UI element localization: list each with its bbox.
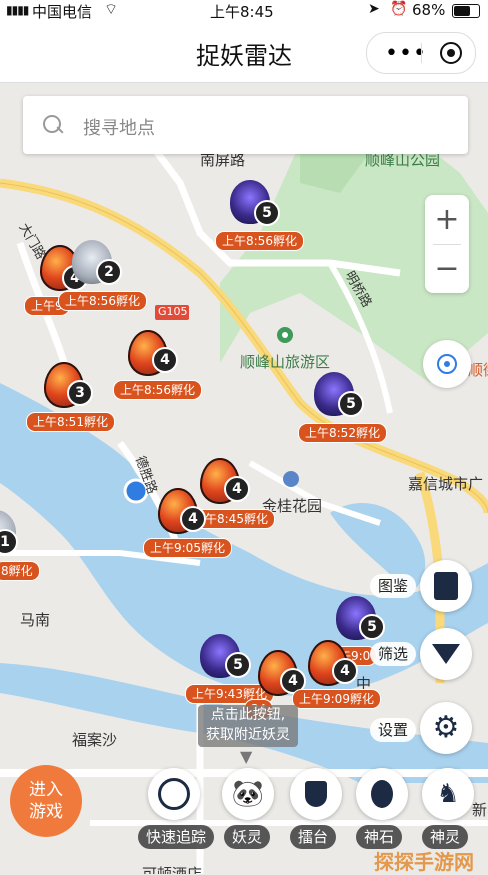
label-fuansha: 福案沙 — [72, 731, 118, 749]
gear-icon: ⚙ — [432, 710, 460, 745]
enter-game-line-1: 进入 — [29, 780, 63, 800]
marker-count: 5 — [225, 652, 251, 678]
crosshair-dot — [444, 361, 450, 367]
label-hotel: 可顿酒店 — [142, 865, 203, 874]
leitai-label[interactable]: 擂台 — [290, 825, 337, 849]
hint-line-1: 点击此按钮, — [210, 707, 286, 723]
marker-count: 2 — [96, 259, 122, 285]
label-g105: G105 — [158, 305, 188, 318]
hatch-time-tag: 上午8:51孵化 — [26, 412, 115, 432]
marker-count: 4 — [224, 476, 250, 502]
hatch-time-tag: 上午8:56孵化 — [58, 291, 147, 311]
hatch-time-tag: 上午8:56孵化 — [113, 380, 202, 400]
radar-icon — [158, 778, 190, 810]
hint-line-2: 获取附近妖灵 — [206, 727, 290, 743]
nav-bar: 捉妖雷达 ••• — [0, 22, 488, 83]
zoom-control: + − — [425, 195, 469, 293]
hatch-time-tag: 上午8:52孵化 — [298, 423, 387, 443]
search-bar[interactable]: 搜寻地点 — [23, 96, 468, 154]
location-arrow-icon: ➤ — [368, 1, 380, 17]
yaoling-label[interactable]: 妖灵 — [224, 825, 271, 849]
demon-mask-icon: ♞ — [436, 779, 460, 809]
stone-icon — [371, 780, 393, 808]
zoom-out-button[interactable]: − — [425, 244, 469, 293]
yaoling-button[interactable]: 🐼 — [222, 768, 274, 820]
carrier-label: 中国电信 — [32, 3, 93, 21]
quick-track-label[interactable]: 快速追踪 — [138, 825, 215, 849]
filter-button[interactable] — [420, 628, 472, 680]
signal-icon: ▮▮▮▮ — [6, 3, 29, 17]
settings-button[interactable]: ⚙ — [420, 702, 472, 754]
hatch-time-tag: 上午9:09孵化 — [292, 689, 381, 709]
marker-count: 5 — [359, 614, 385, 640]
hatch-time-tag: 上午9:05孵化 — [143, 538, 232, 558]
hatch-time-tag: 上午8:56孵化 — [215, 231, 304, 251]
marker-count: 5 — [338, 391, 364, 417]
shenling-button[interactable]: ♞ — [422, 768, 474, 820]
search-input[interactable]: 搜寻地点 — [83, 114, 155, 140]
status-bar: ▮▮▮▮ 中国电信 ⌔ 上午8:45 ➤ ⏰ 68% — [0, 0, 488, 22]
battery-icon — [452, 4, 480, 18]
wifi-icon: ⌔ — [104, 0, 119, 18]
filter-icon — [432, 644, 460, 664]
capsule-divider — [421, 43, 422, 63]
locate-button[interactable] — [423, 340, 471, 388]
marker-count: 4 — [332, 658, 358, 684]
label-xin: 新 — [472, 801, 488, 819]
hint-tooltip: 点击此按钮, 获取附近妖灵 — [198, 705, 298, 747]
marker-count: 4 — [152, 347, 178, 373]
mini-program-capsule: ••• — [366, 32, 476, 74]
shenshi-button[interactable] — [356, 768, 408, 820]
hatch-time-tag: 8孵化 — [0, 561, 40, 581]
tujian-label[interactable]: 图鉴 — [370, 574, 417, 598]
tujian-button[interactable] — [420, 560, 472, 612]
book-icon — [434, 572, 458, 600]
filter-label[interactable]: 筛选 — [370, 642, 417, 666]
label-jiaxin-plaza: 嘉信城市广 — [408, 475, 484, 493]
hint-arrow-icon: ▼ — [240, 747, 253, 766]
clock: 上午8:45 — [210, 3, 274, 21]
label-scenic-area: 顺峰山旅游区 — [240, 353, 331, 371]
enter-game-line-2: 游戏 — [29, 802, 63, 822]
quick-track-button[interactable] — [148, 768, 200, 820]
label-shun: 顺街 — [468, 361, 488, 379]
zoom-in-button[interactable]: + — [425, 195, 469, 244]
alarm-icon: ⏰ — [390, 1, 408, 17]
enter-game-button[interactable]: 进入 游戏 — [10, 765, 82, 837]
leitai-button[interactable] — [290, 768, 342, 820]
close-mini-program-icon[interactable] — [440, 42, 462, 64]
label-manan: 马南 — [20, 611, 51, 629]
battery-percent: 68% — [412, 1, 446, 19]
marker-count: 4 — [180, 506, 206, 532]
panda-icon: 🐼 — [231, 779, 265, 809]
marker-count: 5 — [254, 200, 280, 226]
shield-icon — [305, 781, 327, 807]
watermark: 探探手游网 — [374, 850, 474, 874]
marker-count: 3 — [67, 380, 93, 406]
settings-label[interactable]: 设置 — [370, 718, 417, 742]
